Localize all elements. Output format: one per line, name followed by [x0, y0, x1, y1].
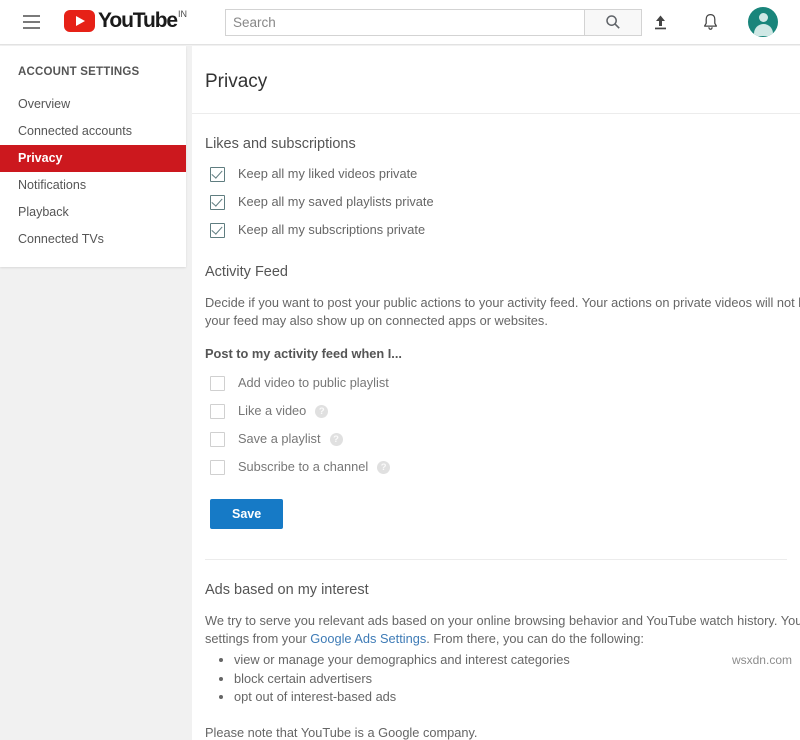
likes-and-subscriptions-section: Likes and subscriptions Keep all my like…: [192, 136, 800, 238]
activity-feed-title: Activity Feed: [205, 264, 787, 280]
list-item: opt out of interest-based ads: [234, 688, 787, 706]
bell-icon: [702, 13, 719, 31]
activity-feed-description: Decide if you want to post your public a…: [205, 294, 800, 329]
upload-icon: [652, 14, 669, 31]
play-button-icon: [64, 10, 95, 32]
checkbox-row-subscribe-to-a-channel[interactable]: Subscribe to a channel ?: [205, 459, 787, 475]
logo-country-code: IN: [178, 9, 187, 20]
search-button[interactable]: [585, 9, 642, 36]
list-item: block certain advertisers: [234, 670, 787, 688]
sidebar-item-privacy[interactable]: Privacy: [0, 145, 186, 172]
section-divider: [205, 559, 787, 560]
search-input[interactable]: [225, 9, 585, 36]
save-button[interactable]: Save: [210, 499, 283, 529]
checkbox-row-like-a-video[interactable]: Like a video ?: [205, 403, 787, 419]
checkbox-add-video-to-public-playlist[interactable]: [210, 376, 225, 391]
likes-section-title: Likes and subscriptions: [205, 136, 787, 152]
content-panel: Privacy Likes and subscriptions Keep all…: [192, 46, 800, 740]
checkbox-label: Add video to public playlist: [238, 375, 389, 391]
checkbox-row-add-video-to-public-playlist[interactable]: Add video to public playlist: [205, 375, 787, 391]
checkbox-label: Save a playlist: [238, 431, 321, 447]
logo-text: YouTube: [98, 8, 177, 33]
post-to-feed-label: Post to my activity feed when I...: [205, 346, 787, 361]
ads-section-title: Ads based on my interest: [205, 582, 787, 598]
search-bar: [225, 9, 642, 36]
hamburger-menu-icon[interactable]: [23, 10, 47, 34]
upload-button[interactable]: [648, 10, 672, 34]
ads-capabilities-list: view or manage your demographics and int…: [234, 651, 787, 706]
google-ads-settings-link[interactable]: Google Ads Settings: [310, 631, 426, 646]
watermark: wsxdn.com: [732, 653, 792, 667]
help-icon[interactable]: ?: [377, 461, 390, 474]
checkbox-liked-videos-private[interactable]: [210, 167, 225, 182]
checkbox-label: Like a video: [238, 403, 306, 419]
checkbox-label: Keep all my subscriptions private: [238, 222, 425, 238]
ads-interest-section: Ads based on my interest We try to serve…: [192, 582, 800, 740]
sidebar-item-playback[interactable]: Playback: [0, 199, 186, 226]
help-icon[interactable]: ?: [315, 405, 328, 418]
sidebar-item-notifications[interactable]: Notifications: [0, 172, 186, 199]
youtube-logo[interactable]: YouTube IN: [64, 8, 187, 36]
title-divider: [192, 113, 800, 114]
masthead: YouTube IN: [0, 0, 800, 45]
sidebar-item-connected-tvs[interactable]: Connected TVs: [0, 226, 186, 253]
list-item: view or manage your demographics and int…: [234, 651, 787, 669]
checkbox-subscribe-to-a-channel[interactable]: [210, 460, 225, 475]
help-icon[interactable]: ?: [330, 433, 343, 446]
avatar[interactable]: [748, 7, 778, 37]
activity-feed-section: Activity Feed Decide if you want to post…: [192, 264, 800, 560]
ads-description-part2: . From there, you can do the following:: [426, 631, 644, 646]
checkbox-row-saved-playlists-private[interactable]: Keep all my saved playlists private: [205, 194, 787, 210]
sidebar-item-overview[interactable]: Overview: [0, 91, 186, 118]
checkbox-like-a-video[interactable]: [210, 404, 225, 419]
checkbox-label: Keep all my saved playlists private: [238, 194, 434, 210]
checkbox-row-save-a-playlist[interactable]: Save a playlist ?: [205, 431, 787, 447]
sidebar-heading: ACCOUNT SETTINGS: [0, 66, 186, 78]
google-company-note: Please note that YouTube is a Google com…: [205, 725, 787, 740]
checkbox-row-subscriptions-private[interactable]: Keep all my subscriptions private: [205, 222, 787, 238]
checkbox-label: Subscribe to a channel: [238, 459, 368, 475]
search-icon: [605, 14, 621, 30]
page-title: Privacy: [192, 46, 800, 93]
checkbox-row-liked-videos-private[interactable]: Keep all my liked videos private: [205, 166, 787, 182]
checkbox-saved-playlists-private[interactable]: [210, 195, 225, 210]
checkbox-subscriptions-private[interactable]: [210, 223, 225, 238]
checkbox-label: Keep all my liked videos private: [238, 166, 417, 182]
ads-description: We try to serve you relevant ads based o…: [205, 612, 800, 647]
checkbox-save-a-playlist[interactable]: [210, 432, 225, 447]
sidebar-item-connected-accounts[interactable]: Connected accounts: [0, 118, 186, 145]
sidebar: ACCOUNT SETTINGS Overview Connected acco…: [0, 46, 186, 267]
header-actions: [648, 7, 778, 37]
notifications-button[interactable]: [698, 10, 722, 34]
